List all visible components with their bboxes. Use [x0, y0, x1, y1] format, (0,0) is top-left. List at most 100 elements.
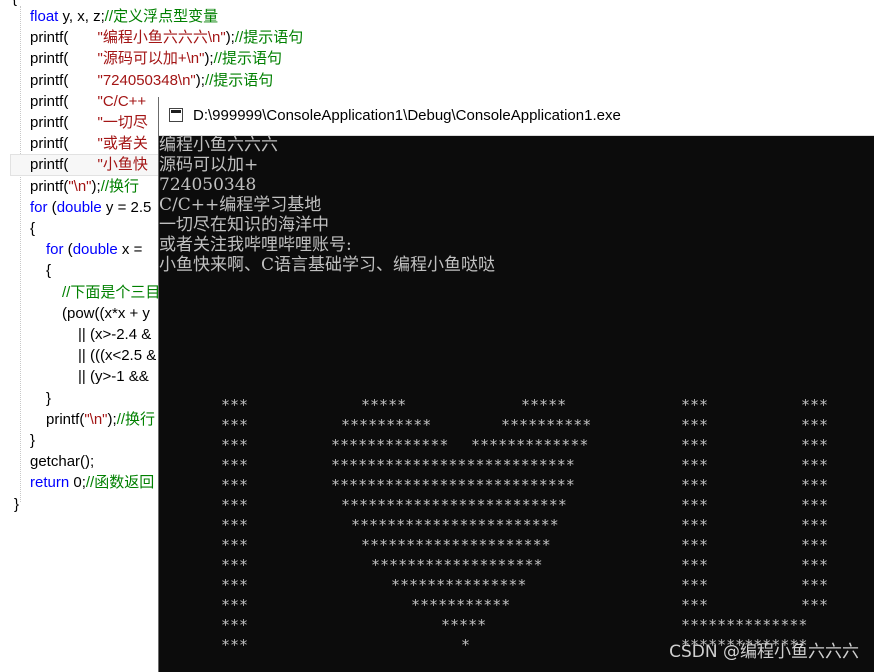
code-token: 0; [69, 474, 86, 492]
code-string: "一切尽 [97, 114, 148, 131]
code-comment: //换行 [100, 177, 140, 195]
code-comment: //定义浮点型变量 [104, 8, 219, 25]
console-output-line: 编程小鱼六六六 [159, 135, 278, 155]
code-token: || (y>-1 && [78, 368, 149, 386]
ascii-art-segment: *** [221, 536, 249, 554]
ascii-art-segment: *** [801, 576, 829, 594]
code-line: return 0;//函数返回 [30, 472, 154, 493]
code-line: printf( "小鱼快 [30, 154, 148, 175]
ascii-art-segment: *** [221, 496, 249, 514]
code-token: printf( [30, 114, 98, 131]
code-string: "编程小鱼六六六\n" [97, 29, 226, 47]
console-output-line: 724050348 [159, 175, 257, 195]
code-token: ); [204, 50, 214, 68]
ascii-art-segment: ********** [341, 416, 432, 434]
code-line: printf( "724050348\n");//提示语句 [30, 70, 273, 91]
code-token: ); [107, 410, 117, 428]
console-title: D:\999999\ConsoleApplication1\Debug\Cons… [193, 107, 621, 124]
console-output-line: C/C++编程学习基地 [159, 195, 322, 215]
code-line: for (double x = [46, 239, 147, 260]
code-line: float y, x, z;//定义浮点型变量 [30, 6, 218, 27]
code-comment: //提示语句 [213, 50, 282, 68]
code-token: y, x, z; [58, 8, 105, 25]
code-token: printf( [30, 29, 98, 47]
code-top-brace: { [12, 0, 17, 9]
code-line: printf( "或者关 [30, 133, 148, 154]
ascii-art-segment: *** [681, 396, 709, 414]
code-line: { [46, 260, 51, 281]
ascii-art-segment: ************************* [341, 496, 567, 514]
ascii-art-segment: * [461, 636, 471, 654]
ascii-art-segment: ************* [471, 436, 589, 454]
console-output: 编程小鱼六六六 源码可以加+ 724050348 C/C++编程学习基地 一切尽… [159, 135, 874, 275]
ascii-art-segment: *** [221, 636, 249, 654]
ascii-art-segment: *********************** [351, 516, 559, 534]
ascii-art-segment: ************* [331, 436, 449, 454]
ascii-art-segment: ************** [681, 616, 808, 634]
brace-guide-line [20, 6, 21, 502]
ascii-art-segment: *** [221, 616, 249, 634]
ascii-art-segment: *** [681, 496, 709, 514]
console-app-icon [169, 108, 183, 122]
code-line: printf( "一切尽 [30, 112, 148, 133]
code-line: } [30, 430, 35, 451]
code-string: "或者关 [97, 135, 148, 153]
console-output-line: 或者关注我哔哩哔哩账号: [159, 235, 352, 255]
code-comment: //提示语句 [234, 29, 304, 47]
ascii-art-segment: *************************** [331, 476, 575, 494]
code-line: (pow((x*x + y [62, 303, 150, 324]
code-line: //下面是个三目 [62, 282, 160, 303]
ascii-art-segment: *** [801, 556, 829, 574]
code-token: printf( [30, 135, 98, 153]
ascii-art-segment: *** [681, 556, 709, 574]
ascii-art-segment: *** [801, 436, 829, 454]
code-comment: //下面是个三目 [62, 283, 161, 301]
code-line: } [14, 494, 19, 515]
ascii-art-segment: *** [801, 476, 829, 494]
code-token: { [46, 262, 52, 280]
code-line: || (x>-2.4 & [78, 324, 151, 345]
ascii-art-segment: *** [221, 556, 249, 574]
code-line: for (double y = 2.5 [30, 197, 151, 218]
code-token: || (x>-2.4 & [78, 326, 152, 343]
ascii-art-segment: *** [221, 596, 249, 614]
ascii-art-segment: *** [221, 436, 249, 454]
code-string: "C/C++ [97, 92, 147, 110]
ascii-art-segment: *** [221, 416, 249, 434]
code-keyword: float [30, 8, 59, 25]
code-line: printf( "编程小鱼六六六\n");//提示语句 [30, 27, 303, 48]
ascii-art-segment: ***** [441, 616, 487, 634]
code-token: getchar(); [30, 453, 95, 471]
code-token: ); [225, 29, 235, 47]
ascii-art-segment: ******************* [371, 556, 543, 574]
code-line: printf( "C/C++ [30, 91, 146, 112]
code-token: printf( [30, 92, 98, 110]
console-window[interactable]: D:\999999\ConsoleApplication1\Debug\Cons… [158, 97, 874, 672]
code-token: ); [195, 71, 205, 89]
console-output-line: 小鱼快来啊、C语言基础学习、编程小鱼哒哒 [159, 255, 496, 275]
code-token: ( [63, 241, 73, 259]
code-string: "\n" [68, 177, 92, 195]
code-token: y = 2.5 [101, 198, 152, 216]
code-token: (pow((x*x + y [62, 304, 150, 322]
ascii-art-segment: *************** [391, 576, 527, 594]
ascii-art-segment: *** [221, 396, 249, 414]
ascii-art-segment: ***** [361, 396, 407, 414]
console-output-line: 一切尽在知识的海洋中 [159, 215, 329, 235]
ascii-art-segment: ********************* [361, 536, 551, 554]
code-string: "\n" [84, 410, 108, 428]
code-line: || (y>-1 && [78, 366, 149, 387]
ascii-art-segment: *** [801, 516, 829, 534]
ascii-art-segment: *** [801, 456, 829, 474]
console-titlebar[interactable]: D:\999999\ConsoleApplication1\Debug\Cons… [159, 97, 874, 136]
ascii-art-segment: *************************** [331, 456, 575, 474]
code-line: printf( "源码可以加+\n");//提示语句 [30, 48, 282, 69]
ascii-art-segment: *** [221, 476, 249, 494]
ascii-art-segment: *** [801, 596, 829, 614]
code-token: || (((x<2.5 & [78, 347, 157, 365]
ascii-art-segment: *** [801, 496, 829, 514]
code-line: printf("\n");//换行 [30, 176, 139, 197]
ascii-art-segment: *** [681, 576, 709, 594]
code-keyword: double [72, 241, 118, 259]
code-line: || (((x<2.5 & [78, 345, 156, 366]
